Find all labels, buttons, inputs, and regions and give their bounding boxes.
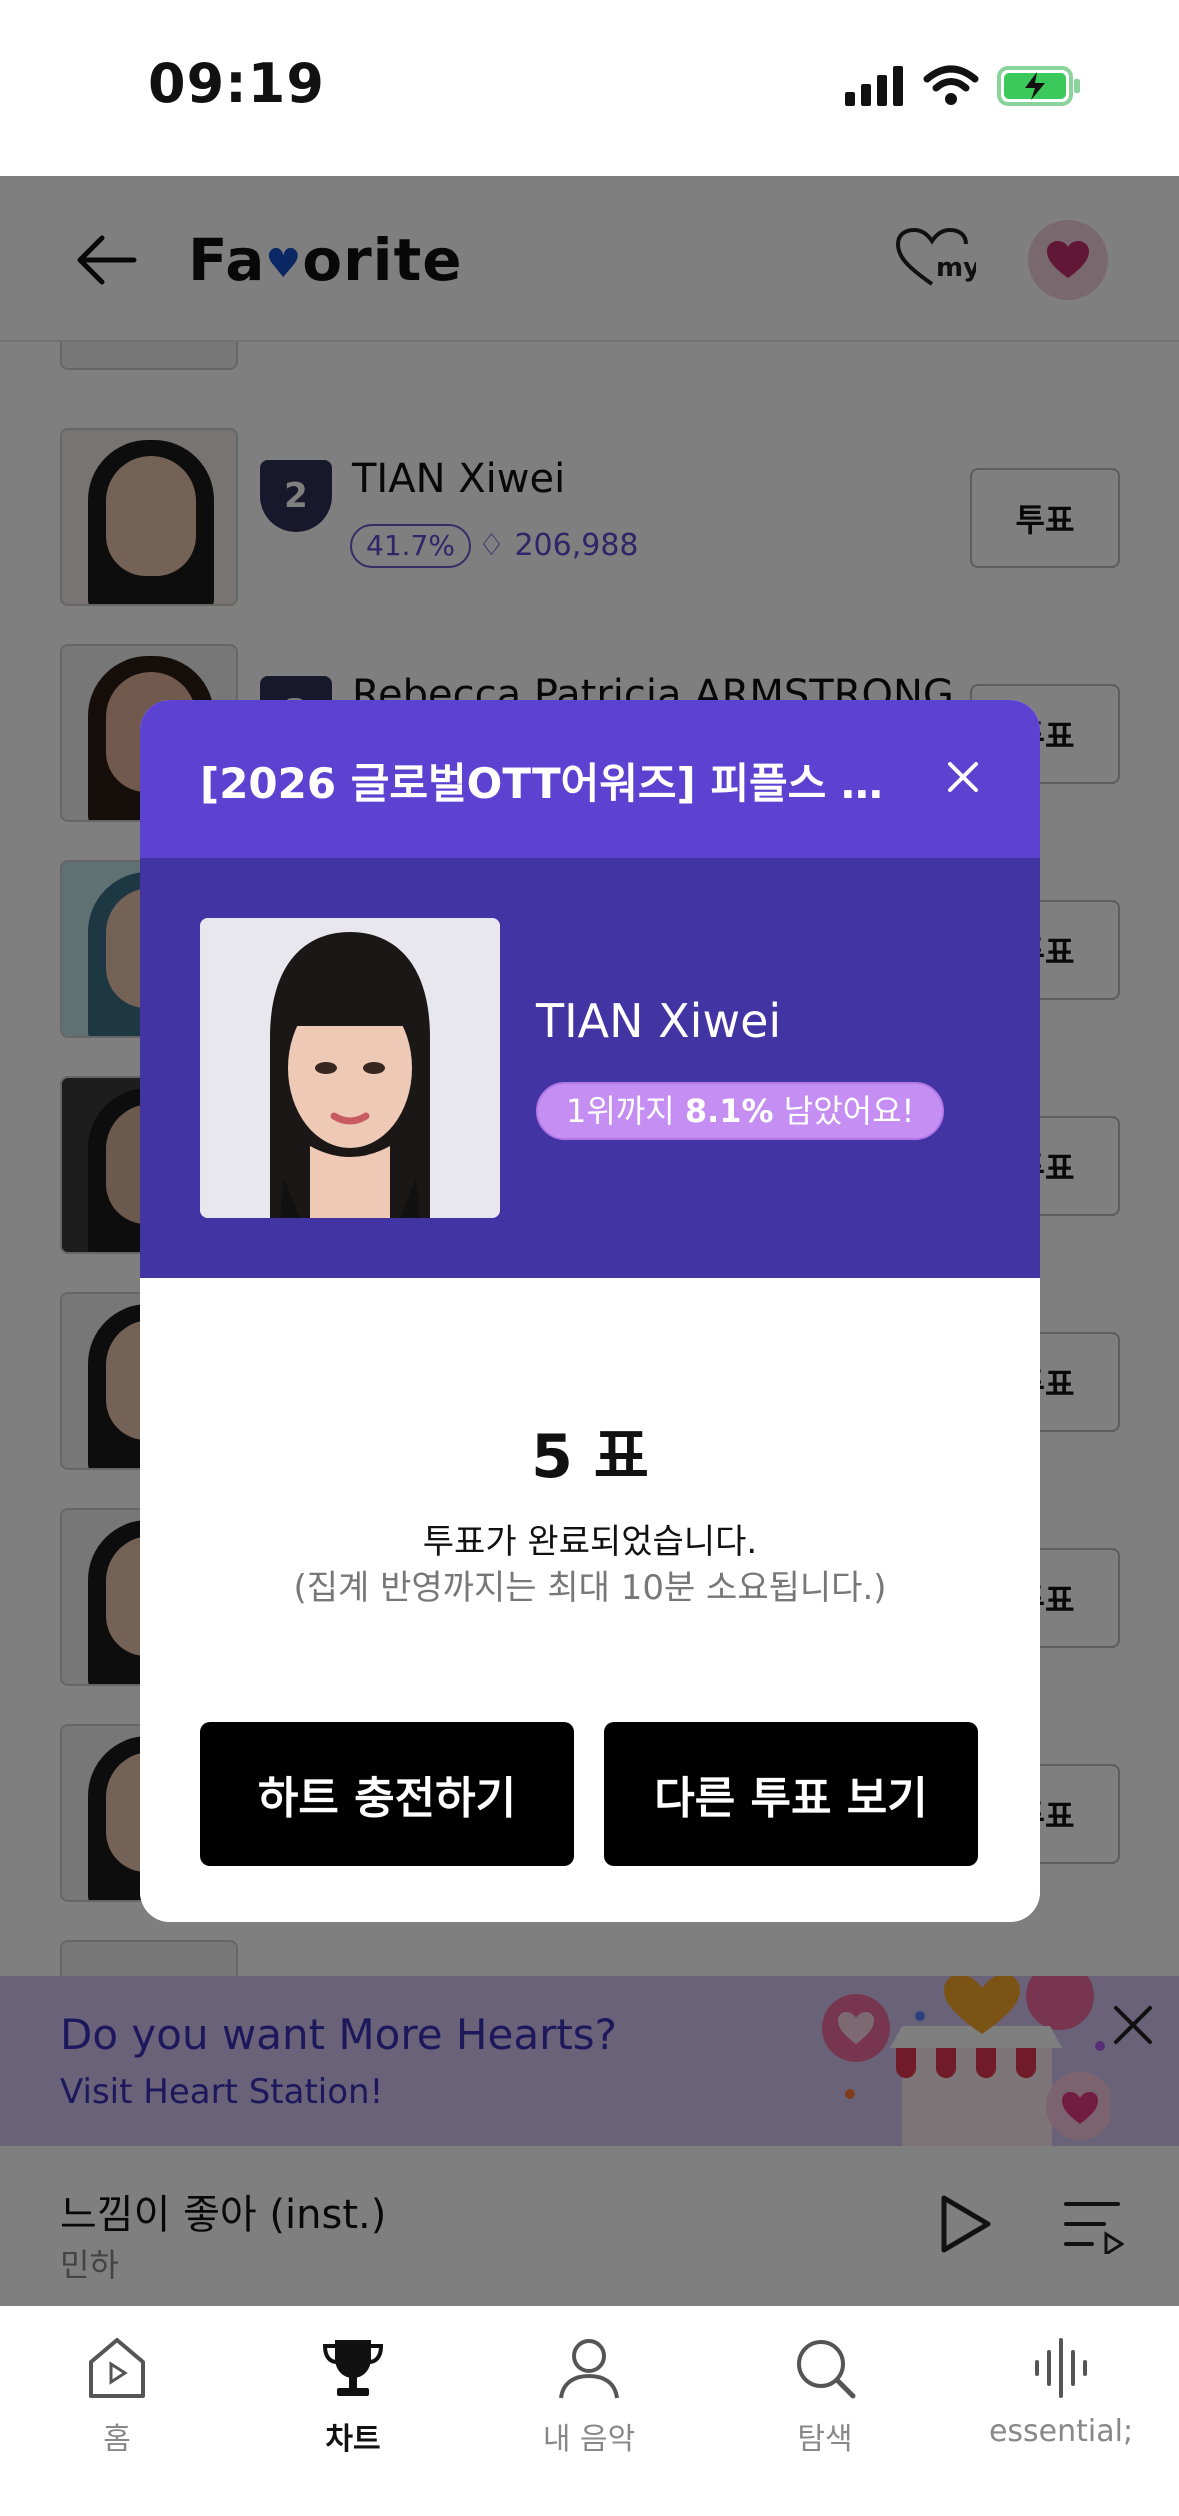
tab-chart[interactable]: 차트 bbox=[253, 2336, 453, 2458]
home-icon bbox=[89, 2338, 145, 2398]
vote-count: 5 표 bbox=[531, 1422, 649, 1492]
status-time: 09:19 bbox=[148, 52, 325, 115]
tab-explore[interactable]: 탐색 bbox=[725, 2336, 925, 2458]
vote-done-message: 투표가 완료되었습니다. bbox=[422, 1522, 758, 1562]
status-bar: 09:19 bbox=[0, 0, 1179, 176]
cellular-signal-icon bbox=[845, 66, 903, 106]
charge-hearts-button[interactable]: 하트 충전하기 bbox=[200, 1722, 574, 1866]
artist-photo bbox=[200, 918, 500, 1218]
other-votes-button[interactable]: 다른 투표 보기 bbox=[604, 1722, 978, 1866]
modal-header: [2026 글로벌OTT어워즈] 피플스 초이... bbox=[140, 700, 1040, 858]
search-icon bbox=[797, 2340, 856, 2399]
close-icon[interactable] bbox=[938, 752, 988, 802]
wifi-icon bbox=[923, 65, 979, 105]
tab-my-music[interactable]: 내 음악 bbox=[489, 2336, 689, 2458]
vote-delay-note: (집계 반영까지는 최대 10분 소요됩니다.) bbox=[293, 1568, 887, 1608]
modal-body: 5 표 투표가 완료되었습니다. (집계 반영까지는 최대 10분 소요됩니다.… bbox=[140, 1278, 1040, 1922]
tab-essential[interactable]: essential; bbox=[961, 2336, 1161, 2449]
tab-home[interactable]: 홈 bbox=[17, 2336, 217, 2458]
bottom-tab-bar: 홈 차트 내 음악 탐색 essential; bbox=[0, 2306, 1179, 2516]
soundwave-icon bbox=[1035, 2338, 1087, 2398]
modal-title: [2026 글로벌OTT어워즈] 피플스 초이... bbox=[200, 759, 920, 808]
battery-charging-icon bbox=[997, 66, 1080, 106]
modal-artist-section: TIAN Xiwei 1위까지 8.1% 남았어요! bbox=[140, 858, 1040, 1278]
trophy-icon bbox=[322, 2340, 384, 2396]
status-icons bbox=[845, 64, 1083, 108]
person-icon bbox=[559, 2339, 619, 2399]
vote-complete-modal: [2026 글로벌OTT어워즈] 피플스 초이... TIAN Xiwei 1위… bbox=[140, 700, 1040, 1922]
modal-artist-name: TIAN Xiwei bbox=[536, 994, 782, 1048]
rank-gap-pill: 1위까지 8.1% 남았어요! bbox=[536, 1082, 945, 1140]
